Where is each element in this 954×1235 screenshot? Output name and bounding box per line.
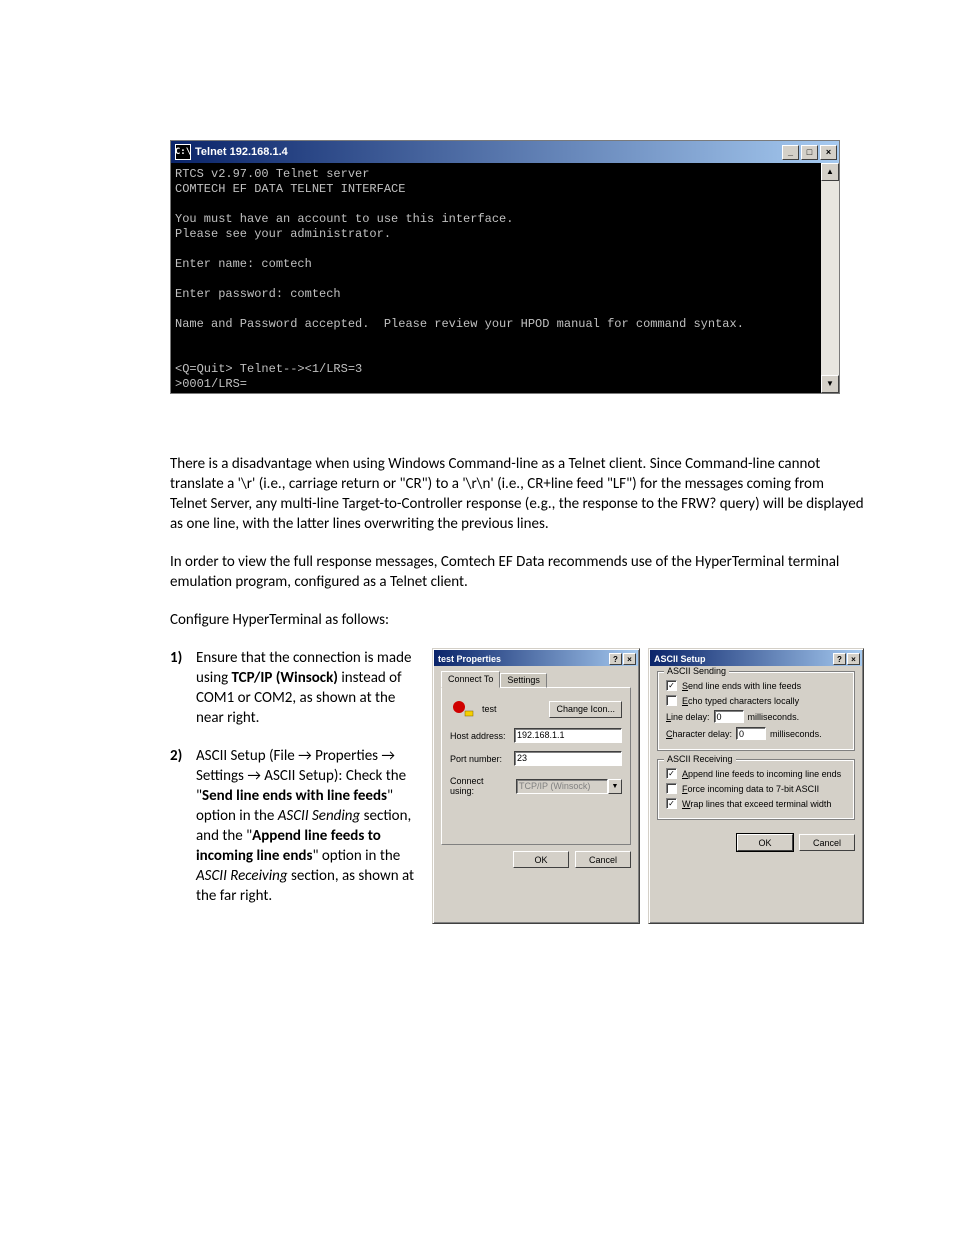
scroll-down-icon[interactable]: ▼ <box>821 375 839 393</box>
cancel-button[interactable]: Cancel <box>799 834 855 851</box>
echo-checkbox[interactable] <box>666 695 677 706</box>
close-button[interactable]: × <box>820 145 837 160</box>
step-2: 2) ASCII Setup (File → Properties → Sett… <box>170 746 418 906</box>
tab-settings[interactable]: Settings <box>500 673 547 688</box>
ascii-titlebar: ASCII Setup ? × <box>650 650 862 666</box>
help-button[interactable]: ? <box>609 653 622 665</box>
properties-dialog: test Properties ? × Connect To Settings <box>432 648 640 924</box>
force-7bit-checkbox[interactable] <box>666 783 677 794</box>
step-2-text-d: ASCII Sending <box>278 807 361 825</box>
scrollbar[interactable]: ▲ ▼ <box>821 163 839 393</box>
ok-button[interactable]: OK <box>513 851 569 868</box>
telnet-titlebar: C:\ Telnet 192.168.1.4 _ □ × <box>171 141 839 163</box>
telnet-window: C:\ Telnet 192.168.1.4 _ □ × RTCS v2.97.… <box>170 140 840 394</box>
paragraph-1: There is a disadvantage when using Windo… <box>170 454 864 534</box>
scroll-track[interactable] <box>821 181 839 375</box>
maximize-button[interactable]: □ <box>801 145 818 160</box>
step-1-text-b: TCP/IP (Winsock) <box>232 669 338 687</box>
minimize-button[interactable]: _ <box>782 145 799 160</box>
tab-connect-to[interactable]: Connect To <box>441 671 500 688</box>
tab-panel: test Change Icon... Host address: 192.16… <box>441 687 631 845</box>
cancel-button[interactable]: Cancel <box>575 851 631 868</box>
paragraph-3: Configure HyperTerminal as follows: <box>170 610 864 630</box>
ascii-receiving-group: ASCII Receiving ✓ Append line feeds to i… <box>657 759 855 820</box>
properties-titlebar: test Properties ? × <box>434 650 638 666</box>
append-lf-checkbox[interactable]: ✓ <box>666 768 677 779</box>
telnet-output: RTCS v2.97.00 Telnet server COMTECH EF D… <box>171 163 821 393</box>
ascii-title: ASCII Setup <box>654 654 706 664</box>
properties-title: test Properties <box>438 654 501 664</box>
append-lf-label: Append line feeds to incoming line ends <box>682 769 841 779</box>
ok-button[interactable]: OK <box>737 834 793 851</box>
port-number-label: Port number: <box>450 754 508 764</box>
step-1-number: 1) <box>170 648 196 728</box>
step-2-text-g: " option in the <box>312 847 400 865</box>
close-button[interactable]: × <box>623 653 636 665</box>
connect-using-label: Connect using: <box>450 776 510 796</box>
wrap-lines-label: Wrap lines that exceed terminal width <box>682 799 831 809</box>
char-delay-unit: milliseconds. <box>770 729 822 739</box>
host-address-label: Host address: <box>450 731 508 741</box>
char-delay-input[interactable]: 0 <box>736 727 766 740</box>
line-delay-input[interactable]: 0 <box>714 710 744 723</box>
send-line-ends-checkbox[interactable]: ✓ <box>666 680 677 691</box>
host-address-input[interactable]: 192.168.1.1 <box>514 728 622 743</box>
ascii-setup-dialog: ASCII Setup ? × ASCII Sending ✓ SSend li… <box>648 648 864 924</box>
step-2-text-h: ASCII Receiving <box>196 867 288 885</box>
connection-icon <box>450 698 476 720</box>
echo-label: Echo typed characters locally <box>682 696 799 706</box>
cmd-icon: C:\ <box>175 144 191 160</box>
line-delay-label: Line delay: <box>666 712 710 722</box>
paragraph-2: In order to view the full response messa… <box>170 552 864 592</box>
step-2-number: 2) <box>170 746 196 906</box>
help-button[interactable]: ? <box>833 653 846 665</box>
force-7bit-label: Force incoming data to 7-bit ASCII <box>682 784 819 794</box>
step-1: 1) Ensure that the connection is made us… <box>170 648 418 728</box>
wrap-lines-checkbox[interactable]: ✓ <box>666 798 677 809</box>
char-delay-label: Character delay: <box>666 729 732 739</box>
ascii-sending-legend: ASCII Sending <box>664 666 729 676</box>
send-line-ends-label: SSend line ends with line feedsend line … <box>682 681 801 691</box>
connection-name: test <box>482 704 543 714</box>
step-2-text-b: Send line ends with line feeds <box>202 787 387 805</box>
telnet-title: Telnet 192.168.1.4 <box>195 146 780 158</box>
close-button[interactable]: × <box>847 653 860 665</box>
change-icon-button[interactable]: Change Icon... <box>549 701 622 718</box>
connect-using-select[interactable]: TCP/IP (Winsock) <box>516 779 608 794</box>
ascii-sending-group: ASCII Sending ✓ SSend line ends with lin… <box>657 671 855 751</box>
chevron-down-icon[interactable]: ▼ <box>608 779 622 794</box>
line-delay-unit: milliseconds. <box>748 712 800 722</box>
scroll-up-icon[interactable]: ▲ <box>821 163 839 181</box>
ascii-receiving-legend: ASCII Receiving <box>664 754 736 764</box>
port-number-input[interactable]: 23 <box>514 751 622 766</box>
